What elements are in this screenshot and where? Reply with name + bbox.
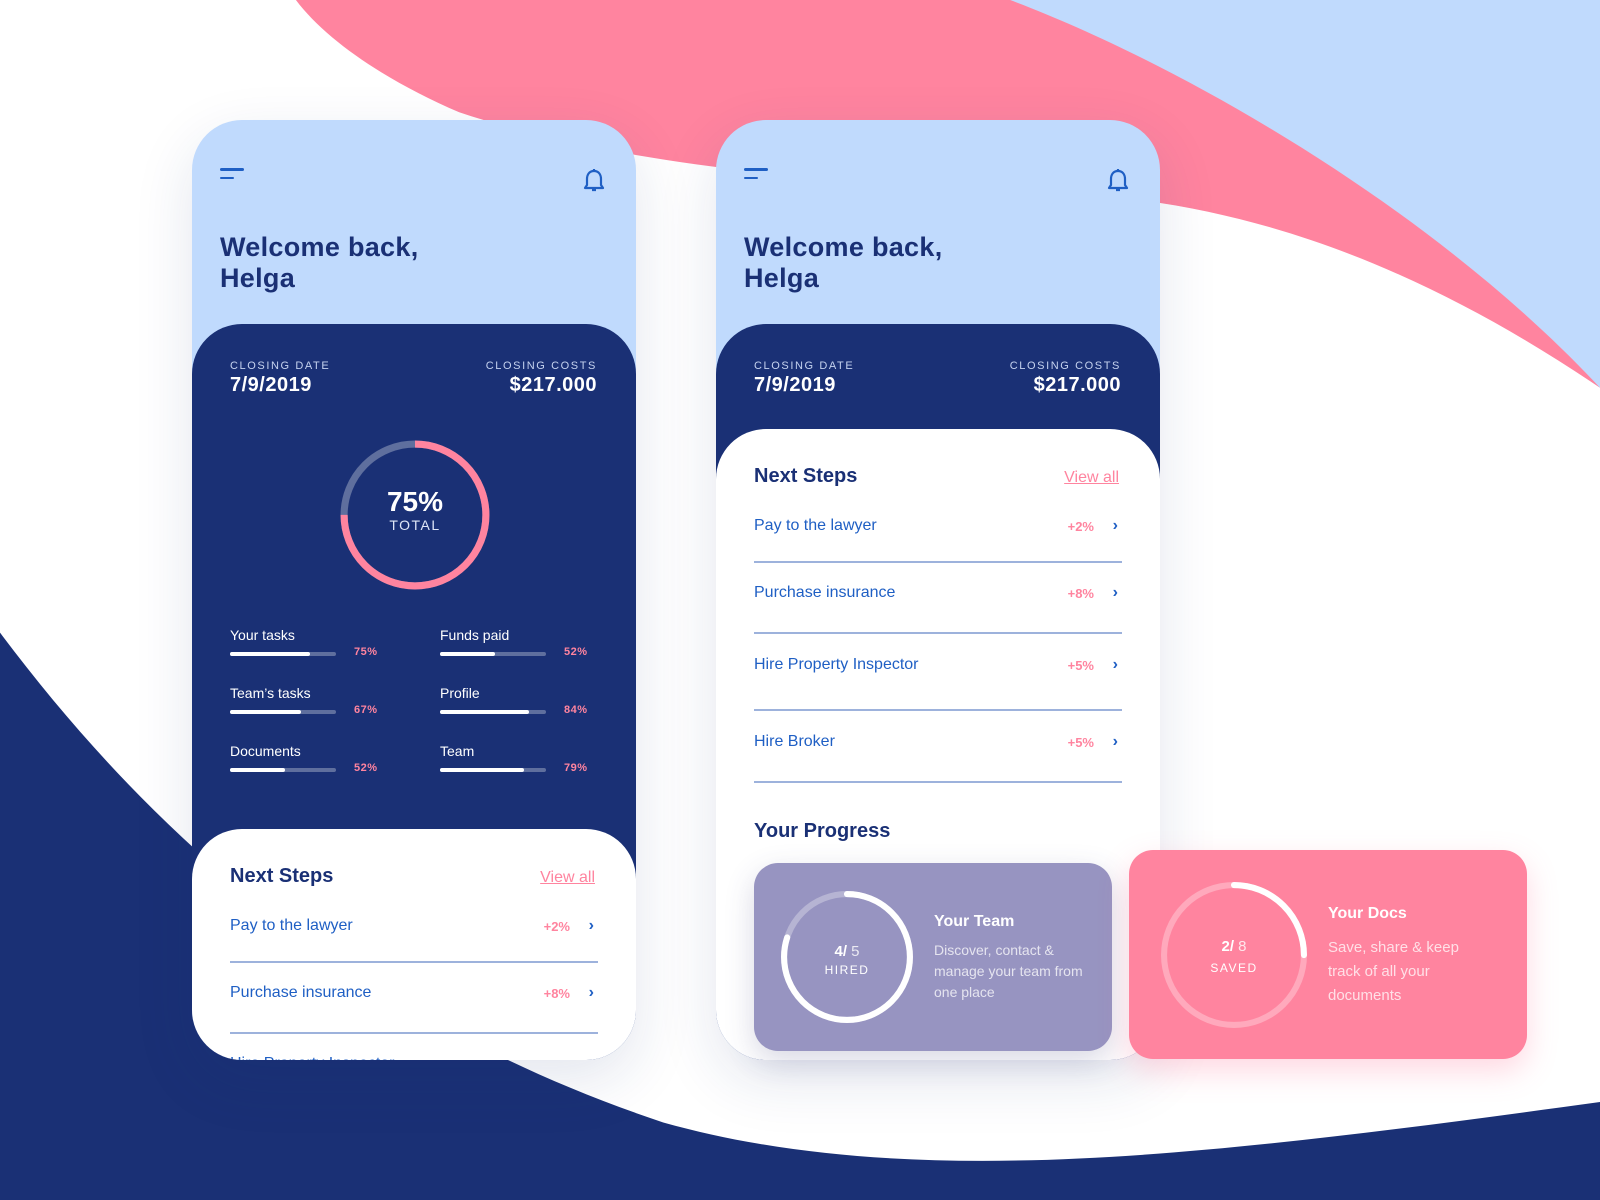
step-percent: +5% (1067, 658, 1094, 673)
step-percent: +8% (1067, 586, 1094, 601)
stat-2: Team’s tasks 67% (230, 685, 394, 716)
view-all-link[interactable]: View all (540, 869, 595, 887)
closing-costs-label: CLOSING COSTS (485, 360, 597, 372)
team-hired-label: HIRED (824, 963, 870, 977)
stat-percent: 79% (564, 762, 588, 774)
stat-progress-bar (440, 710, 546, 714)
stat-label: Your tasks (230, 627, 295, 643)
phone-dashboard-overview: Welcome back, Helga CLOSING DATE 7/9/2019… (192, 120, 636, 1060)
divider (754, 781, 1122, 783)
step-percent: +5% (544, 1057, 570, 1060)
step-label: Purchase insurance (754, 584, 896, 601)
stat-label: Profile (440, 685, 480, 701)
bell-icon[interactable] (582, 168, 606, 194)
stat-5: Team 79% (440, 743, 604, 774)
your-progress-title: Your Progress (754, 820, 891, 842)
closing-date: 7/9/2019 (230, 374, 312, 396)
closing-costs-label: CLOSING COSTS (1009, 360, 1121, 372)
next-step-item[interactable]: Hire Property Inspector +5% › (230, 1047, 598, 1060)
docs-saved-label: SAVED (1210, 961, 1258, 975)
stat-percent: 84% (564, 704, 588, 716)
docs-progress-ring (1161, 882, 1307, 1028)
stat-progress-bar (440, 768, 546, 772)
next-step-item[interactable]: Hire Property Inspector +5% › (754, 648, 1122, 688)
bell-icon[interactable] (1106, 168, 1130, 194)
divider (754, 632, 1122, 634)
stat-4: Documents 52% (230, 743, 394, 774)
stat-progress-bar (230, 710, 336, 714)
step-label: Pay to the lawyer (230, 917, 353, 934)
stat-1: Funds paid 52% (440, 627, 604, 658)
hamburger-icon[interactable] (744, 168, 768, 182)
stat-percent: 67% (354, 704, 378, 716)
chevron-right-icon: › (1112, 584, 1118, 601)
total-label: TOTAL (389, 517, 441, 533)
closing-costs: $217.000 (509, 374, 597, 396)
chevron-right-icon: › (1112, 517, 1118, 534)
team-description: Discover, contact & manage your team fro… (934, 942, 1083, 1000)
divider (230, 1032, 598, 1034)
next-step-item[interactable]: Purchase insurance +8% › (754, 576, 1122, 616)
next-step-item[interactable]: Purchase insurance +8% › (230, 976, 598, 1016)
chevron-right-icon: › (588, 917, 594, 934)
stat-percent: 52% (564, 646, 588, 658)
chevron-right-icon: › (1112, 733, 1118, 750)
team-count: 4/ 5 (834, 943, 860, 960)
next-steps-title: Next Steps (754, 465, 858, 487)
next-step-item[interactable]: Hire Broker +5% › (754, 725, 1122, 765)
team-title: Your Team (934, 913, 1015, 930)
stat-progress-bar (230, 652, 336, 656)
stat-0: Your tasks 75% (230, 627, 394, 658)
next-step-item[interactable]: Pay to the lawyer +2% › (230, 909, 598, 949)
stat-progress-bar (230, 768, 336, 772)
docs-progress-card[interactable]: 2/ 8 SAVED Your Docs Save, share & keep … (1129, 850, 1527, 1059)
stat-percent: 75% (354, 646, 378, 658)
step-label: Hire Property Inspector (230, 1055, 395, 1060)
divider (754, 709, 1122, 711)
chevron-right-icon: › (588, 984, 594, 1001)
step-percent: +2% (543, 919, 570, 934)
step-label: Purchase insurance (230, 984, 372, 1001)
stat-label: Team’s tasks (230, 685, 311, 701)
view-all-link[interactable]: View all (1064, 469, 1119, 487)
docs-description: Save, share & keep track of all your doc… (1328, 939, 1459, 1004)
step-label: Hire Broker (754, 733, 835, 750)
closing-date-label: CLOSING DATE (230, 360, 331, 372)
stat-label: Documents (230, 743, 301, 759)
welcome-title: Welcome back, Helga (744, 232, 943, 293)
docs-title: Your Docs (1328, 905, 1407, 922)
stat-3: Profile 84% (440, 685, 604, 716)
docs-count: 2/ 8 (1221, 938, 1247, 955)
total-value: 75% (386, 486, 444, 517)
next-steps-card: Next Steps View all Pay to the lawyer +2%… (192, 829, 636, 1060)
step-percent: +2% (1067, 519, 1094, 534)
closing-date-label: CLOSING DATE (754, 360, 855, 372)
next-step-item[interactable]: Pay to the lawyer +2% › (754, 509, 1122, 549)
hamburger-icon[interactable] (220, 168, 244, 182)
closing-date: 7/9/2019 (754, 374, 836, 396)
closing-costs: $217.000 (1033, 374, 1121, 396)
chevron-right-icon: › (1112, 656, 1118, 673)
stat-percent: 52% (354, 762, 378, 774)
step-label: Hire Property Inspector (754, 656, 919, 673)
stat-label: Funds paid (440, 627, 510, 643)
welcome-title: Welcome back, Helga (220, 232, 419, 293)
divider (230, 961, 598, 963)
stat-label: Team (440, 743, 475, 759)
step-percent: +8% (543, 986, 570, 1001)
step-label: Pay to the lawyer (754, 517, 877, 534)
chevron-right-icon: › (589, 1055, 594, 1060)
step-percent: +5% (1067, 735, 1094, 750)
next-steps-title: Next Steps (230, 865, 334, 887)
divider (754, 561, 1122, 563)
team-progress-card[interactable]: 4/ 5 HIRED Your Team Discover, contact &… (754, 863, 1112, 1051)
stat-progress-bar (440, 652, 546, 656)
